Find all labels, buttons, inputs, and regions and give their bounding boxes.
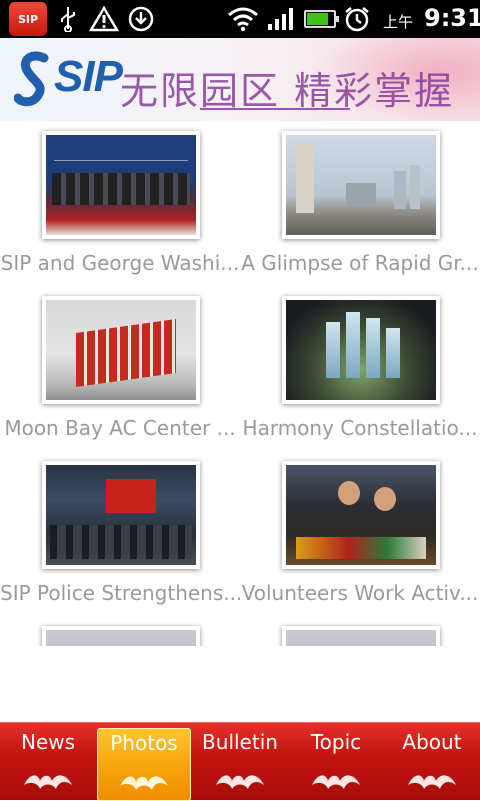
wifi-icon	[226, 5, 260, 33]
photo-thumbnail[interactable]	[282, 626, 440, 646]
alarm-icon	[342, 5, 372, 33]
tab-about[interactable]: About	[384, 723, 480, 801]
sip-logo-icon	[14, 51, 49, 107]
photo-grid: SIP and George Washi... A Glimpse of Rap…	[0, 121, 480, 646]
banner-slogan: 无限园区 精彩掌握	[120, 69, 455, 113]
photo-thumbnail[interactable]	[282, 296, 440, 404]
photo-item[interactable]: Moon Bay AC Center ...	[0, 286, 240, 451]
tab-news[interactable]: News	[0, 723, 96, 801]
header-banner: SIP 无限园区 精彩掌握	[0, 38, 480, 121]
tab-photos[interactable]: Photos	[97, 728, 191, 801]
photo-item[interactable]	[240, 616, 480, 646]
photo-thumbnail[interactable]	[42, 131, 200, 239]
usb-icon	[56, 5, 80, 33]
photo-thumbnail[interactable]	[42, 461, 200, 569]
photo-item[interactable]: SIP Police Strengthens...	[0, 451, 240, 616]
photo-caption: Moon Bay AC Center ...	[4, 416, 236, 440]
battery-icon	[304, 10, 339, 28]
warning-icon	[88, 5, 120, 33]
download-icon	[126, 5, 156, 33]
cloud-ornament-icon	[312, 775, 360, 789]
cloud-ornament-icon	[120, 776, 168, 790]
cloud-ornament-icon	[408, 775, 456, 789]
photo-thumbnail[interactable]	[282, 131, 440, 239]
clock: 9:31	[424, 4, 480, 32]
tab-label: Photos	[110, 731, 178, 755]
signal-icon	[266, 5, 296, 33]
tab-label: Bulletin	[202, 730, 278, 754]
cloud-ornament-icon	[216, 775, 264, 789]
bottom-tab-bar: News Photos Bulletin Topic About	[0, 722, 480, 801]
photo-caption: Harmony Constellatio...	[242, 416, 478, 440]
banner-divider	[200, 108, 350, 110]
photo-thumbnail[interactable]	[42, 626, 200, 646]
photo-item[interactable]: SIP and George Washi...	[0, 121, 240, 286]
photo-caption: Volunteers Work Activ...	[241, 581, 479, 605]
tab-label: About	[402, 730, 462, 754]
photo-thumbnail[interactable]	[42, 296, 200, 404]
photo-thumbnail[interactable]	[282, 461, 440, 569]
sip-app-icon: SIP	[9, 2, 47, 36]
photo-item[interactable]	[0, 616, 240, 646]
photo-caption: SIP Police Strengthens...	[0, 581, 240, 605]
photo-caption: A Glimpse of Rapid Gr...	[241, 251, 479, 275]
banner-logo-text: SIP	[54, 52, 123, 101]
time-prefix: 上午	[383, 13, 414, 31]
tab-topic[interactable]: Topic	[288, 723, 384, 801]
tab-label: Topic	[310, 730, 362, 754]
tab-bulletin[interactable]: Bulletin	[192, 723, 288, 801]
photo-item[interactable]: Volunteers Work Activ...	[240, 451, 480, 616]
photo-item[interactable]: Harmony Constellatio...	[240, 286, 480, 451]
photo-caption: SIP and George Washi...	[0, 251, 240, 275]
status-bar: SIP 上午 9:31	[0, 0, 480, 38]
photo-item[interactable]: A Glimpse of Rapid Gr...	[240, 121, 480, 286]
cloud-ornament-icon	[24, 775, 72, 789]
tab-label: News	[20, 730, 76, 754]
